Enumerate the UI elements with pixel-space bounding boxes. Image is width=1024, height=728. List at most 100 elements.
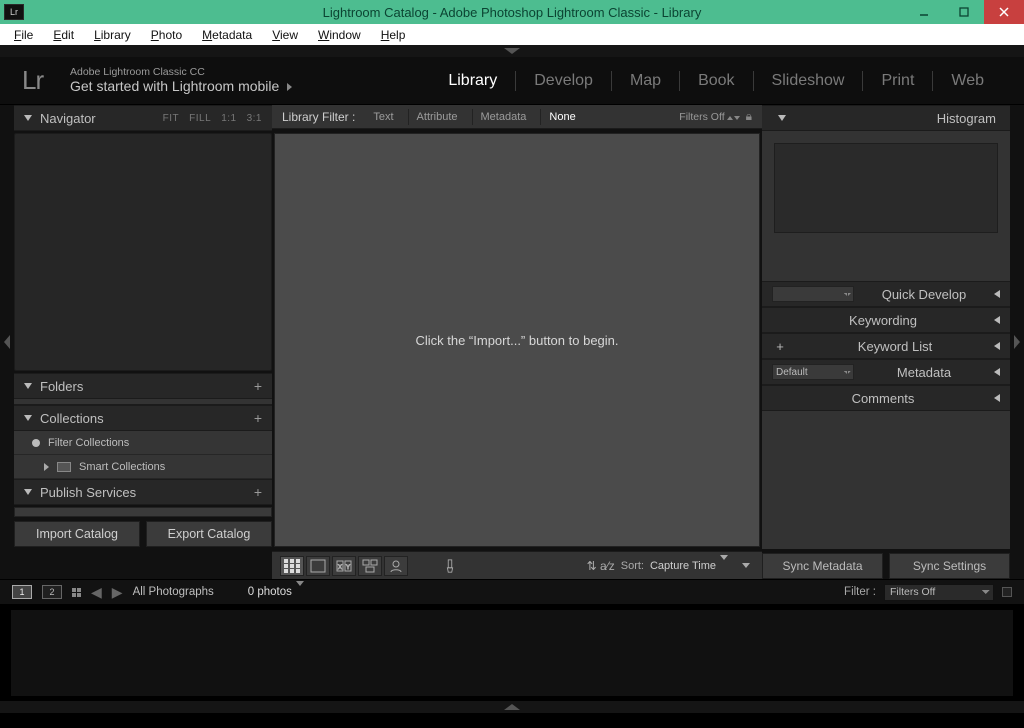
sync-metadata-button[interactable]: Sync Metadata — [762, 553, 883, 579]
menu-edit[interactable]: Edit — [43, 26, 84, 44]
view-people-button[interactable] — [384, 556, 408, 576]
svg-text:Y: Y — [346, 565, 350, 571]
disclosure-right-icon — [44, 463, 49, 471]
publish-title: Publish Services — [40, 485, 136, 500]
disclosure-right-icon — [287, 83, 292, 91]
folders-add-button[interactable]: + — [254, 378, 262, 394]
filmstrip[interactable] — [10, 609, 1014, 697]
left-panel: Navigator FIT FILL 1:1 3:1 Folders + Col… — [14, 105, 272, 579]
menu-file[interactable]: File — [4, 26, 43, 44]
metadata-header[interactable]: Default Metadata — [762, 359, 1010, 385]
zoom-3to1[interactable]: 3:1 — [247, 113, 262, 124]
menu-window[interactable]: Window — [308, 26, 371, 44]
filter-metadata[interactable]: Metadata — [472, 109, 535, 125]
filter-collections-label: Filter Collections — [48, 437, 129, 449]
module-print[interactable]: Print — [863, 72, 932, 90]
import-catalog-button[interactable]: Import Catalog — [14, 521, 140, 547]
filter-none[interactable]: None — [540, 109, 583, 125]
chevron-up-icon — [504, 704, 520, 710]
chevron-down-icon — [504, 48, 520, 54]
navigator-header[interactable]: Navigator FIT FILL 1:1 3:1 — [14, 105, 272, 131]
grid-icon[interactable] — [72, 588, 81, 597]
module-map[interactable]: Map — [612, 72, 679, 90]
close-button[interactable] — [984, 0, 1024, 24]
photo-count: 0 photos — [248, 586, 304, 598]
svg-text:X: X — [338, 565, 342, 571]
screen-1-button[interactable]: 1 — [12, 585, 32, 599]
histogram-body — [762, 131, 1010, 281]
source-indicator-icon[interactable] — [1002, 587, 1012, 597]
nav-back-button[interactable]: ◀ — [91, 584, 102, 601]
quick-develop-header[interactable]: Quick Develop — [762, 281, 1010, 307]
disclosure-down-icon — [24, 383, 32, 389]
disclosure-down-icon — [24, 415, 32, 421]
menu-metadata[interactable]: Metadata — [192, 26, 262, 44]
disclosure-left-icon — [994, 290, 1000, 298]
screen-2-button[interactable]: 2 — [42, 585, 62, 599]
menu-view[interactable]: View — [262, 26, 308, 44]
menu-help[interactable]: Help — [371, 26, 416, 44]
sync-settings-button[interactable]: Sync Settings — [889, 553, 1010, 579]
zoom-fit[interactable]: FIT — [163, 113, 180, 124]
minimize-button[interactable] — [904, 0, 944, 24]
disclosure-down-icon — [24, 489, 32, 495]
source-breadcrumb[interactable]: All Photographs — [133, 586, 214, 598]
filters-off-dropdown[interactable]: Filters Off — [679, 111, 739, 123]
filmstrip-filter-select[interactable]: Filters Off — [884, 584, 994, 601]
filter-collections-row[interactable]: Filter Collections — [14, 431, 272, 455]
zoom-1to1[interactable]: 1:1 — [221, 113, 236, 124]
module-develop[interactable]: Develop — [516, 72, 611, 90]
keywording-title: Keywording — [849, 313, 917, 328]
publish-body — [14, 507, 272, 517]
smart-collections-row[interactable]: Smart Collections — [14, 455, 272, 479]
sort-field-dropdown[interactable]: Capture Time — [650, 560, 732, 572]
collections-header[interactable]: Collections + — [14, 405, 272, 431]
menu-library[interactable]: Library — [84, 26, 141, 44]
center-panel: Library Filter : Text Attribute Metadata… — [272, 105, 762, 579]
tagline-mobile-link[interactable]: Get started with Lightroom mobile — [70, 78, 292, 95]
chevron-down-icon — [720, 555, 728, 572]
keywording-header[interactable]: Keywording — [762, 307, 1010, 333]
painter-tool-button[interactable] — [438, 556, 462, 576]
titlebar: Lr Lightroom Catalog - Adobe Photoshop L… — [0, 0, 1024, 24]
publish-add-button[interactable]: + — [254, 484, 262, 500]
zoom-fill[interactable]: FILL — [189, 113, 211, 124]
menu-photo[interactable]: Photo — [141, 26, 192, 44]
comments-header[interactable]: Comments — [762, 385, 1010, 411]
collections-add-button[interactable]: + — [254, 410, 262, 426]
view-grid-button[interactable] — [280, 556, 304, 576]
filter-lock-icon[interactable]: 🔒︎ — [746, 109, 752, 124]
right-panel-toggle[interactable] — [1010, 105, 1024, 579]
export-catalog-button[interactable]: Export Catalog — [146, 521, 272, 547]
folders-title: Folders — [40, 379, 83, 394]
module-library[interactable]: Library — [430, 72, 515, 90]
module-book[interactable]: Book — [680, 72, 752, 90]
chevron-left-icon — [4, 335, 10, 349]
keyword-list-header[interactable]: + Keyword List — [762, 333, 1010, 359]
view-loupe-button[interactable] — [306, 556, 330, 576]
toolbar-more-icon[interactable] — [742, 563, 750, 568]
chevron-down-icon — [296, 581, 304, 598]
collections-title: Collections — [40, 411, 104, 426]
quick-develop-preset-select[interactable] — [772, 286, 854, 302]
keyword-add-button[interactable]: + — [772, 338, 788, 354]
view-compare-button[interactable]: XY — [332, 556, 356, 576]
maximize-button[interactable] — [944, 0, 984, 24]
nav-forward-button[interactable]: ▶ — [112, 584, 123, 601]
filter-text[interactable]: Text — [365, 109, 401, 125]
view-survey-button[interactable] — [358, 556, 382, 576]
menubar: File Edit Library Photo Metadata View Wi… — [0, 24, 1024, 45]
library-filter-bar: Library Filter : Text Attribute Metadata… — [272, 105, 762, 129]
folders-header[interactable]: Folders + — [14, 373, 272, 399]
filter-attribute[interactable]: Attribute — [408, 109, 466, 125]
smart-collection-icon — [57, 462, 71, 472]
module-web[interactable]: Web — [933, 72, 1002, 90]
histogram-header[interactable]: Histogram — [762, 105, 1010, 131]
sort-direction-button[interactable]: ⇅ a⁄z — [587, 559, 615, 573]
module-slideshow[interactable]: Slideshow — [754, 72, 863, 90]
left-panel-toggle[interactable] — [0, 105, 14, 579]
publish-header[interactable]: Publish Services + — [14, 479, 272, 505]
metadata-preset-select[interactable]: Default — [772, 364, 854, 380]
bottom-panel-toggle[interactable] — [0, 701, 1024, 713]
top-panel-toggle[interactable] — [0, 45, 1024, 57]
